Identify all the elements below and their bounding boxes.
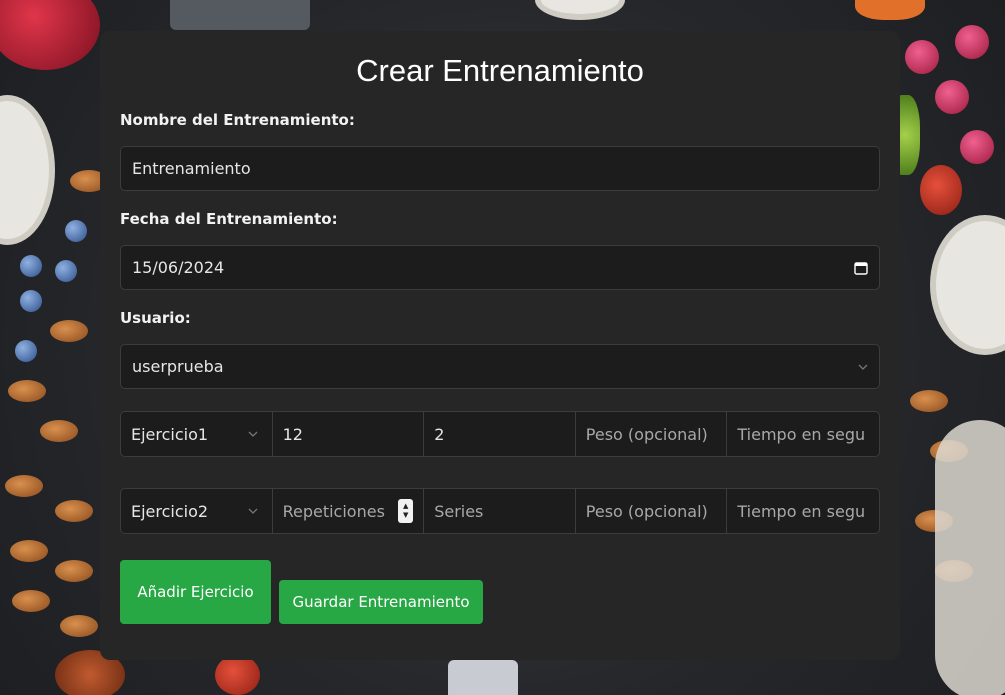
workout-date-label: Fecha del Entrenamiento: xyxy=(120,210,338,228)
spinner-up-icon[interactable]: ▲ xyxy=(403,502,408,511)
exercise-row: Ejercicio2 Repeticiones ▲ ▼ Series Peso … xyxy=(120,488,880,534)
spinner-down-icon[interactable]: ▼ xyxy=(403,511,408,520)
time-placeholder: Tiempo en segu xyxy=(737,424,866,444)
time-input[interactable]: Tiempo en segu xyxy=(727,489,879,533)
calendar-icon[interactable] xyxy=(854,261,868,275)
workout-date-value: 15/06/2024 xyxy=(132,258,225,277)
series-input[interactable]: Series xyxy=(424,489,576,533)
page-title: Crear Entrenamiento xyxy=(356,53,644,88)
time-placeholder: Tiempo en segu xyxy=(737,501,866,521)
workout-name-input[interactable]: Entrenamiento xyxy=(120,146,880,191)
save-workout-button[interactable]: Guardar Entrenamiento xyxy=(279,580,483,624)
add-exercise-button[interactable]: Añadir Ejercicio xyxy=(120,560,271,624)
workout-date-input[interactable]: 15/06/2024 xyxy=(120,245,880,290)
user-select-value: userprueba xyxy=(132,357,224,376)
workout-name-value: Entrenamiento xyxy=(132,159,251,178)
chevron-down-icon xyxy=(858,364,868,370)
create-workout-card: Crear Entrenamiento Nombre del Entrenami… xyxy=(100,31,900,660)
weight-placeholder: Peso (opcional) xyxy=(585,501,708,521)
series-input[interactable]: 2 xyxy=(424,412,576,456)
time-input[interactable]: Tiempo en segu xyxy=(727,412,879,456)
exercise-select[interactable]: Ejercicio2 xyxy=(121,489,273,533)
reps-placeholder: Repeticiones xyxy=(282,501,385,521)
series-placeholder: Series xyxy=(434,501,484,521)
exercise-select-value: Ejercicio2 xyxy=(131,501,209,521)
user-label: Usuario: xyxy=(120,309,191,327)
series-value: 2 xyxy=(434,424,445,444)
exercise-select-value: Ejercicio1 xyxy=(131,424,209,444)
chevron-down-icon xyxy=(248,431,258,437)
number-spinner[interactable]: ▲ ▼ xyxy=(398,499,414,523)
exercise-row: Ejercicio1 12 2 Peso (opcional) Tiempo e… xyxy=(120,411,880,457)
weight-input[interactable]: Peso (opcional) xyxy=(576,489,728,533)
chevron-down-icon xyxy=(248,508,258,514)
weight-placeholder: Peso (opcional) xyxy=(585,424,708,444)
reps-input[interactable]: 12 xyxy=(273,412,425,456)
weight-input[interactable]: Peso (opcional) xyxy=(576,412,728,456)
workout-name-label: Nombre del Entrenamiento: xyxy=(120,111,355,129)
reps-input[interactable]: Repeticiones ▲ ▼ xyxy=(273,489,425,533)
reps-value: 12 xyxy=(282,424,303,444)
user-select[interactable]: userprueba xyxy=(120,344,880,389)
exercise-select[interactable]: Ejercicio1 xyxy=(121,412,273,456)
